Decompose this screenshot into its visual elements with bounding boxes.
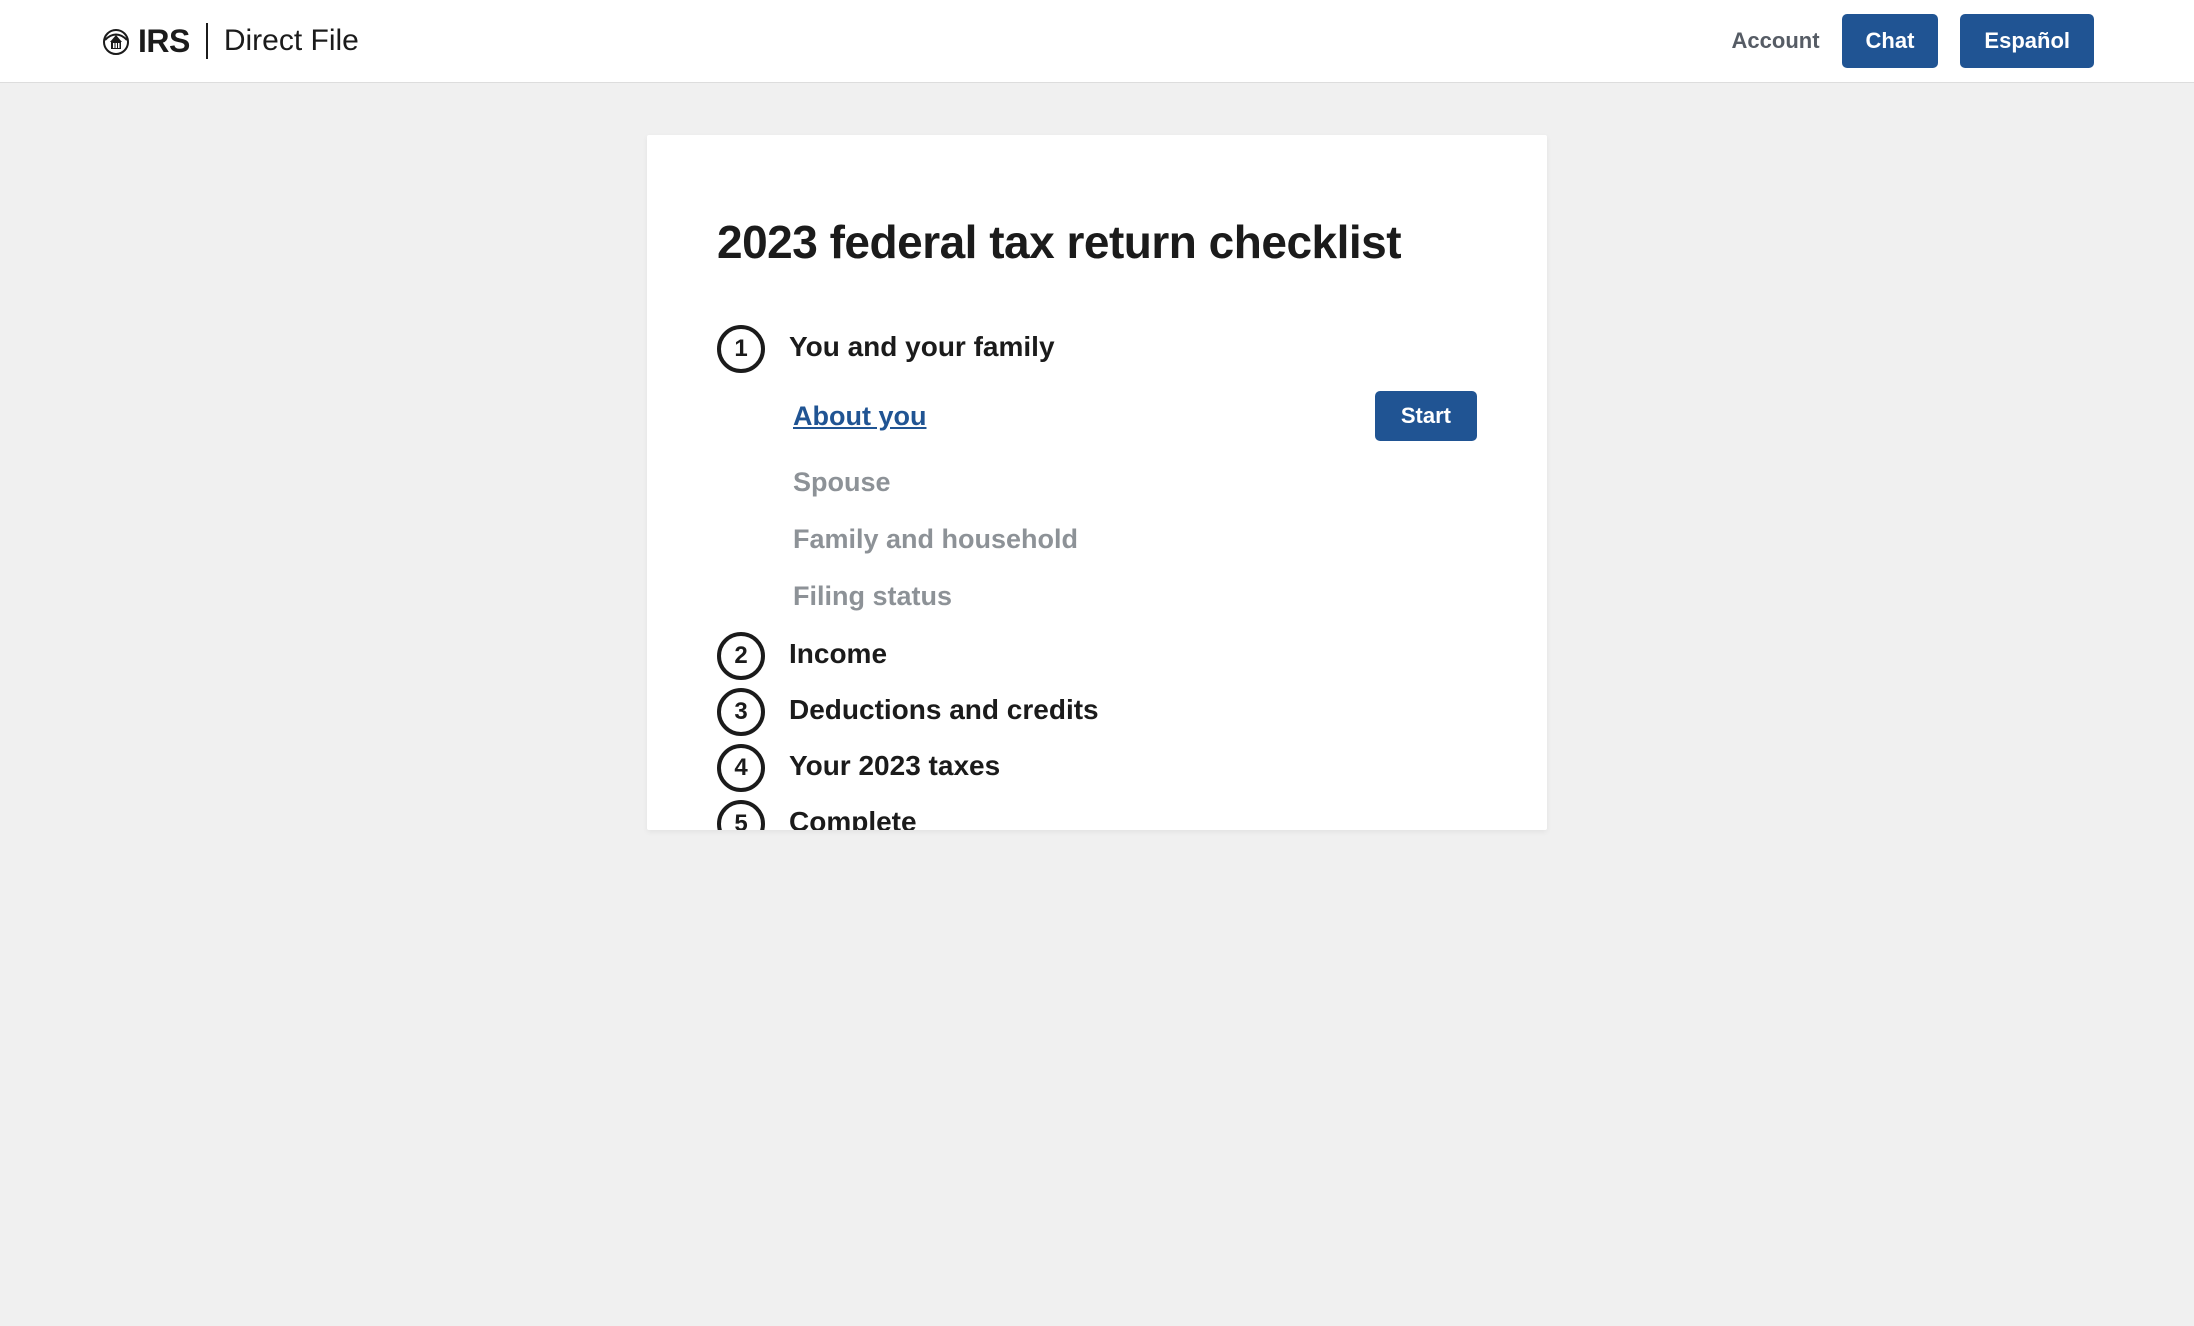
step-1-title: You and your family	[789, 331, 1477, 363]
checklist-steps: 1 You and your family About you Start Sp…	[717, 325, 1477, 830]
step-4-title: Your 2023 taxes	[789, 750, 1477, 782]
substep-about-you-row: About you Start	[793, 391, 1477, 441]
step-3-title: Deductions and credits	[789, 694, 1477, 726]
step-5: 5 Complete	[717, 800, 1477, 830]
start-button[interactable]: Start	[1375, 391, 1477, 441]
step-5-body: Complete	[789, 800, 1477, 830]
irs-text: IRS	[138, 23, 190, 60]
step-2-title: Income	[789, 638, 1477, 670]
step-2-body: Income	[789, 632, 1477, 688]
step-4: 4 Your 2023 taxes	[717, 744, 1477, 800]
page-title: 2023 federal tax return checklist	[717, 215, 1477, 269]
substep-filing-row: Filing status	[793, 581, 1477, 612]
step-3-body: Deductions and credits	[789, 688, 1477, 744]
substep-family: Family and household	[793, 524, 1078, 555]
step-1-substeps: About you Start Spouse Family and househ…	[789, 391, 1477, 612]
main-container: 2023 federal tax return checklist 1 You …	[0, 83, 2194, 830]
header-right: Account Chat Español	[1732, 14, 2094, 68]
irs-eagle-icon	[100, 25, 132, 57]
irs-logo[interactable]: IRS	[100, 23, 190, 60]
step-2-indicator: 2	[717, 632, 765, 680]
substep-family-row: Family and household	[793, 524, 1477, 555]
substep-about-you[interactable]: About you	[793, 401, 926, 432]
chat-button[interactable]: Chat	[1842, 14, 1939, 68]
content-card: 2023 federal tax return checklist 1 You …	[647, 135, 1547, 830]
step-1-indicator: 1	[717, 325, 765, 373]
account-link[interactable]: Account	[1732, 28, 1820, 54]
step-1-body: You and your family About you Start Spou…	[789, 325, 1477, 632]
header-left: IRS Direct File	[100, 23, 359, 60]
step-5-indicator: 5	[717, 800, 765, 830]
step-3-indicator: 3	[717, 688, 765, 736]
step-4-indicator: 4	[717, 744, 765, 792]
step-1-circle: 1	[717, 325, 765, 373]
step-2: 2 Income	[717, 632, 1477, 688]
step-4-circle: 4	[717, 744, 765, 792]
product-name: Direct File	[224, 24, 359, 58]
step-2-circle: 2	[717, 632, 765, 680]
step-3: 3 Deductions and credits	[717, 688, 1477, 744]
step-4-body: Your 2023 taxes	[789, 744, 1477, 800]
substep-filing-status: Filing status	[793, 581, 952, 612]
substep-spouse-row: Spouse	[793, 467, 1477, 498]
step-5-title: Complete	[789, 806, 1477, 830]
header-divider	[206, 23, 208, 59]
step-5-circle: 5	[717, 800, 765, 830]
header-bar: IRS Direct File Account Chat Español	[0, 0, 2194, 83]
step-3-circle: 3	[717, 688, 765, 736]
step-1: 1 You and your family About you Start Sp…	[717, 325, 1477, 632]
language-button[interactable]: Español	[1960, 14, 2094, 68]
substep-spouse: Spouse	[793, 467, 891, 498]
